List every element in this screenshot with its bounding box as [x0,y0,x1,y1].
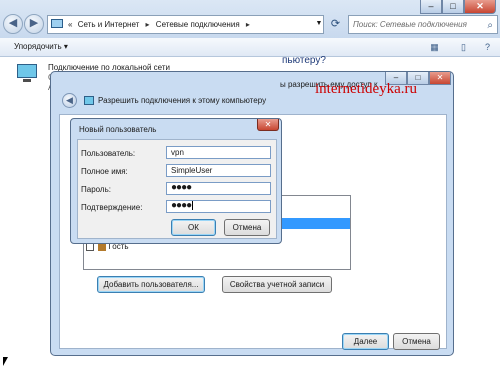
address-input[interactable]: « Сеть и Интернет ▸ Сетевые подключения … [47,15,324,34]
forward-arrow-icon[interactable]: ▶ [24,14,44,34]
username-field[interactable]: vpn [166,146,271,159]
help-icon[interactable]: ? [481,41,494,53]
breadcrumb-separator[interactable]: ▸ [146,20,150,29]
cancel-button[interactable]: Отмена [393,333,440,350]
new-user-cancel-button[interactable]: Отмена [224,219,270,236]
view-options-icon[interactable]: ▦ [428,41,441,53]
back-arrow-icon[interactable]: ◀ [3,14,23,34]
next-button[interactable]: Далее [342,333,389,350]
confirm-password-field[interactable]: ●●●● [166,200,271,213]
new-user-dialog-title: Новый пользователь [79,125,157,134]
close-button[interactable]: ✕ [464,0,496,14]
guest-user-icon [98,242,107,251]
search-icon[interactable]: ⌕ [487,17,493,34]
wizard-back-icon[interactable]: ◀ [62,93,77,108]
network-folder-icon [51,19,63,28]
new-user-close-button[interactable]: ✕ [257,119,279,131]
mouse-cursor-icon [3,357,8,366]
network-adapter-icon [14,63,40,83]
text-caret [192,201,194,210]
organize-button[interactable]: Упорядочить ▾ [14,42,68,51]
address-bar-region: ◀ ▶ « Сеть и Интернет ▸ Сетевые подключе… [0,0,500,38]
wizard-title-icon [84,96,94,105]
maximize-button[interactable]: □ [442,0,464,14]
breadcrumb-network-connections[interactable]: Сетевые подключения [156,20,240,29]
full-name-field[interactable]: SimpleUser [166,164,271,177]
confirm-password-label: Подтверждение: [81,203,143,212]
password-field[interactable]: ●●●● [166,182,271,195]
wizard-title: Разрешить подключения к этому компьютеру [98,96,267,105]
minimize-button[interactable]: – [420,0,442,14]
username-label: Пользователь: [81,149,136,158]
account-properties-button[interactable]: Свойства учетной записи [222,276,332,293]
wizard-heading: пьютеру? [282,55,326,66]
breadcrumb-network-internet[interactable]: Сеть и Интернет [78,20,140,29]
breadcrumb-separator[interactable]: ▸ [246,20,250,29]
add-user-button[interactable]: Добавить пользователя... [97,276,205,293]
ok-button[interactable]: ОК [171,219,216,236]
address-dropdown-button[interactable]: ▼ [313,15,325,34]
confirm-password-value: ●●●● [171,200,192,212]
command-bar: Упорядочить ▾ ▦ ▯ ? [0,38,500,57]
full-name-label: Полное имя: [81,167,128,176]
wizard-close-button[interactable]: ✕ [429,72,451,85]
password-label: Пароль: [81,185,111,194]
search-placeholder: Поиск: Сетевые подключения [353,20,467,29]
breadcrumb-lead: « [68,20,73,29]
guest-checkbox[interactable] [86,242,94,251]
refresh-icon[interactable]: ⟳ [328,17,343,32]
preview-pane-icon[interactable]: ▯ [457,41,470,53]
search-input[interactable]: Поиск: Сетевые подключения ⌕ [348,15,498,34]
site-watermark: internetideyka.ru [315,81,418,97]
